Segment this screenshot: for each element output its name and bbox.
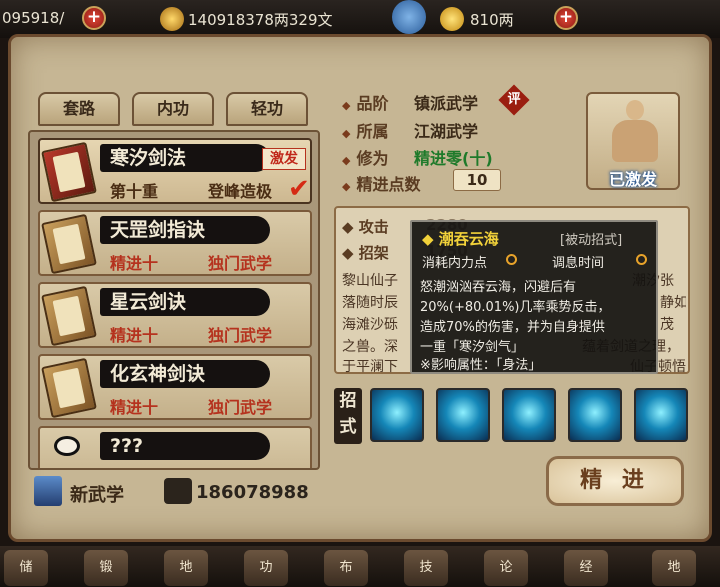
gold-value: 810两 bbox=[470, 11, 514, 29]
list-item-huaxuan[interactable]: 化玄神剑诀 精进十 独门武学 bbox=[38, 354, 312, 420]
nav-button[interactable]: 论 bbox=[484, 550, 528, 586]
figure-skill-icon[interactable] bbox=[568, 388, 622, 442]
tooltip-title: ◆ 潮吞云海 bbox=[422, 230, 499, 248]
nav-button[interactable]: 技 bbox=[404, 550, 448, 586]
skill-tooltip: ◆ 潮吞云海 [被动招式] 消耗内力点 调息时间 怒潮汹汹吞云海，闪避后有 20… bbox=[410, 220, 658, 374]
list-item-tiangang[interactable]: 天罡剑指诀 精进十 独门武学 bbox=[38, 210, 312, 276]
points-value: 10 bbox=[453, 169, 501, 191]
list-item-rank: 独门武学 bbox=[208, 254, 273, 273]
list-item-rank: 登峰造极 bbox=[208, 182, 273, 201]
activated-badge: 激发 bbox=[262, 148, 306, 170]
list-item-rank: 独门武学 bbox=[208, 326, 273, 345]
list-item-unknown[interactable]: ??? bbox=[38, 426, 312, 468]
question-icon bbox=[54, 436, 80, 456]
list-item-name: 天罡剑指诀 bbox=[100, 216, 270, 244]
new-wuxue-label: 新武学 bbox=[70, 485, 124, 506]
list-item-level: 精进十 bbox=[110, 398, 159, 417]
nav-button[interactable]: 储 bbox=[4, 550, 48, 586]
tooltip-line-4: 一重「寒汐剑气」 bbox=[420, 340, 525, 355]
tooltip-time-label: 调息时间 bbox=[552, 256, 605, 271]
list-item-level: 精进十 bbox=[110, 254, 159, 273]
scroll-count-value: 186078988 bbox=[196, 482, 309, 503]
grade-label: ◆ 品阶 bbox=[342, 94, 389, 113]
coin-icon bbox=[160, 7, 184, 31]
skills-label: 招式 bbox=[334, 388, 362, 444]
nav-button[interactable]: 锻 bbox=[84, 550, 128, 586]
attack-label: ◆ 攻击 bbox=[342, 218, 389, 236]
money-value: 140918378两329文 bbox=[188, 11, 333, 29]
tooltip-cost-label: 消耗内力点 bbox=[422, 256, 488, 271]
list-item-name: ??? bbox=[100, 432, 270, 460]
list-item-level: 精进十 bbox=[110, 326, 159, 345]
tooltip-line-3: 造成70%的伤害，并为自身提供 bbox=[420, 320, 605, 335]
tooltip-line-2: 20%(+80.01%)几率乘势反击， bbox=[420, 300, 611, 315]
cultivation-value: 精进零(十) bbox=[414, 149, 493, 168]
belong-label: ◆ 所属 bbox=[342, 122, 389, 141]
add-exp-button[interactable]: + bbox=[82, 6, 106, 30]
tab-taolu[interactable]: 套路 bbox=[38, 92, 120, 126]
nav-button[interactable]: 地 bbox=[652, 550, 696, 586]
resource-bar: 095918/ + 140918378两329文 810两 + bbox=[0, 0, 720, 38]
nav-button[interactable]: 地 bbox=[164, 550, 208, 586]
portrait-head bbox=[626, 100, 644, 120]
belong-value: 江湖武学 bbox=[414, 122, 479, 141]
rating-badge[interactable]: 评 bbox=[503, 89, 525, 111]
list-item-level: 第十重 bbox=[110, 182, 159, 201]
refine-button[interactable]: 精 进 bbox=[546, 456, 684, 506]
nav-button[interactable]: 布 bbox=[324, 550, 368, 586]
points-label: ◆ 精进点数 bbox=[342, 175, 421, 194]
nav-button[interactable]: 经 bbox=[564, 550, 608, 586]
exp-value: 095918/ bbox=[2, 9, 65, 27]
book-icon bbox=[41, 213, 97, 275]
check-icon: ✔ bbox=[288, 174, 310, 204]
character-portrait: 已激发 bbox=[586, 92, 680, 190]
tooltip-tag: [被动招式] bbox=[560, 233, 623, 248]
list-item-rank: 独门武学 bbox=[208, 398, 273, 417]
menu-icon[interactable] bbox=[392, 0, 426, 34]
book-icon bbox=[41, 285, 97, 347]
cost-dot-icon bbox=[506, 254, 517, 265]
time-dot-icon bbox=[636, 254, 647, 265]
wave-skill-icon[interactable] bbox=[370, 388, 424, 442]
whirlpool-skill-icon[interactable] bbox=[436, 388, 490, 442]
nav-button[interactable]: 功 bbox=[244, 550, 288, 586]
storm-skill-icon[interactable] bbox=[634, 388, 688, 442]
list-item-name: 星云剑诀 bbox=[100, 288, 270, 316]
grade-value: 镇派武学 bbox=[414, 94, 479, 113]
tooltip-line-5: ※影响属性：「身法」 bbox=[420, 358, 542, 373]
book-icon bbox=[41, 357, 97, 419]
defense-label: ◆ 招架 bbox=[342, 244, 389, 262]
book-plus-icon bbox=[34, 476, 62, 506]
scroll-icon bbox=[164, 478, 192, 504]
list-item-name: 寒汐剑法 bbox=[100, 144, 270, 172]
cultivation-label: ◆ 修为 bbox=[342, 149, 389, 168]
activated-label: 已激发 bbox=[608, 170, 657, 189]
portrait-body bbox=[612, 120, 658, 162]
tab-qinggong[interactable]: 轻功 bbox=[226, 92, 308, 126]
book-icon bbox=[41, 141, 97, 203]
martial-arts-list: 寒汐剑法 激发 第十重 登峰造极 ✔ 天罡剑指诀 精进十 独门武学 星云剑诀 精… bbox=[28, 130, 320, 470]
bottom-nav: 储 锻 地 功 布 技 论 经 地 bbox=[0, 546, 720, 587]
orb-skill-icon[interactable] bbox=[502, 388, 556, 442]
tooltip-line-1: 怒潮汹汹吞云海，闪避后有 bbox=[420, 280, 577, 295]
list-item-xingyun[interactable]: 星云剑诀 精进十 独门武学 bbox=[38, 282, 312, 348]
list-item-name: 化玄神剑诀 bbox=[100, 360, 270, 388]
add-gold-button[interactable]: + bbox=[554, 6, 578, 30]
list-item-hanxi[interactable]: 寒汐剑法 激发 第十重 登峰造极 ✔ bbox=[38, 138, 312, 204]
tab-neigong[interactable]: 内功 bbox=[132, 92, 214, 126]
gold-icon bbox=[440, 7, 464, 31]
